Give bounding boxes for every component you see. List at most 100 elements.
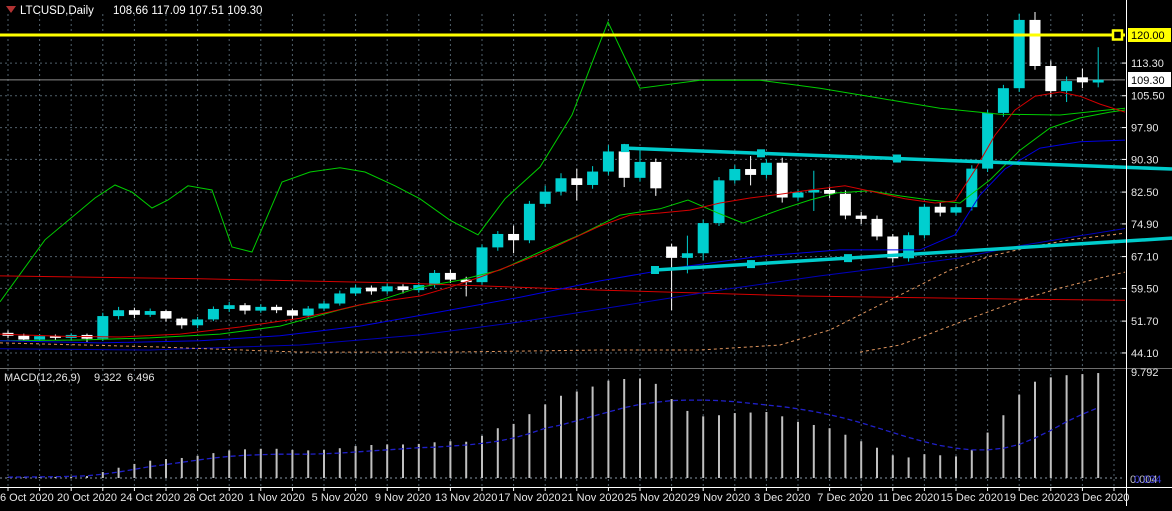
candle-body	[618, 151, 630, 178]
macd-hist-bar	[623, 378, 626, 478]
candle-body	[760, 162, 772, 175]
macd-hist-bar	[528, 414, 531, 478]
date-tick-label: 25 Nov 2020	[625, 492, 687, 504]
date-tick-label: 5 Nov 2020	[312, 492, 368, 504]
macd-hist-bar	[101, 472, 104, 478]
price-tick-label: 59.50	[1131, 283, 1159, 295]
trendline-upper-handle[interactable]	[893, 154, 901, 163]
macd-hist-bar	[417, 443, 420, 478]
line-orange-dotted-2	[859, 271, 1126, 353]
candle-body	[350, 287, 362, 294]
macd-hist-bar	[117, 467, 120, 478]
macd-hist-bar	[986, 432, 989, 478]
candle-body	[429, 272, 441, 286]
macd-hist-bar	[844, 434, 847, 478]
date-tick-label: 1 Nov 2020	[248, 492, 304, 504]
price-tick-label: 105.50	[1131, 91, 1165, 103]
candle-body	[381, 286, 393, 292]
candle-body	[1013, 19, 1025, 89]
price-axis[interactable]: 113.30 105.50 97.90 90.30 82.50 74.90 67.10 59.…	[1122, 58, 1165, 360]
horizontal-line-120-handle[interactable]	[1111, 29, 1124, 41]
candle-body	[729, 169, 741, 181]
macd-hist-bar	[212, 453, 215, 478]
macd-hist-bar	[370, 444, 373, 478]
macd-hist-bar	[1049, 377, 1052, 478]
candle-body	[523, 203, 535, 241]
macd-scale-max-label: 9.792	[1131, 367, 1159, 379]
trendline-lower-handle[interactable]	[651, 266, 659, 275]
macd-hist-bar	[291, 449, 294, 478]
candle-body	[508, 233, 520, 241]
trendline-lower-handle[interactable]	[844, 254, 852, 263]
candle-body	[571, 178, 583, 185]
candle-body	[113, 310, 125, 317]
candle-body	[666, 246, 678, 258]
macd-hist-bar	[465, 441, 468, 478]
macd-hist-bar	[1081, 374, 1084, 478]
candle-body	[950, 207, 962, 213]
macd-hist-bar	[180, 457, 183, 478]
price-tick-label: 51.70	[1131, 316, 1159, 328]
date-tick-label: 23 Dec 2020	[1067, 492, 1129, 504]
candle-body	[128, 310, 140, 315]
date-tick-label: 19 Dec 2020	[1004, 492, 1066, 504]
macd-hist-bar	[591, 386, 594, 478]
macd-hist-bar	[607, 380, 610, 478]
candle-body	[223, 305, 235, 309]
macd-hist-bar	[639, 378, 641, 478]
macd-hist-bar	[259, 448, 262, 478]
date-tick-label: 3 Dec 2020	[754, 492, 810, 504]
date-tick-label: 21 Nov 2020	[561, 492, 623, 504]
macd-hist-bar	[654, 383, 657, 478]
candle-body	[650, 161, 662, 189]
macd-main-value: 9.322	[94, 372, 122, 384]
macd-hist-bar	[196, 455, 199, 478]
macd-hist-bar	[749, 412, 752, 478]
current-price-label: 109.30	[1131, 75, 1165, 87]
date-tick-label: 13 Nov 2020	[435, 492, 497, 504]
candle-body	[745, 169, 757, 175]
macd-hist-bar	[481, 435, 483, 478]
candle-body	[144, 311, 156, 315]
candle-body	[318, 303, 330, 309]
macd-hist-bar	[686, 410, 689, 478]
symbol-marker-icon	[6, 6, 16, 13]
macd-hist-bar	[891, 455, 894, 478]
macd-hist-bar	[1097, 373, 1100, 478]
candle-body	[97, 316, 109, 339]
macd-hist-bar	[575, 391, 578, 478]
macd-hist-bar	[1002, 415, 1005, 478]
candle-body	[697, 223, 709, 254]
candle-body	[997, 88, 1009, 113]
macd-signal-line	[7, 399, 1099, 478]
candle-body	[918, 206, 930, 236]
candle-body	[792, 192, 804, 198]
macd-hist-bar	[828, 428, 831, 478]
macd-pane	[7, 373, 1100, 478]
macd-signal-value: 6.496	[127, 372, 155, 384]
macd-hist-bar	[1034, 381, 1036, 478]
macd-hist-bar	[923, 454, 926, 478]
candle-body	[776, 162, 788, 198]
chart-area[interactable]: 113.30 105.50 97.90 90.30 82.50 74.90 67.10 59.…	[0, 0, 1172, 506]
macd-hist-bar	[244, 449, 246, 478]
price-tick-label: 74.90	[1131, 219, 1159, 231]
trendline-lower-handle[interactable]	[747, 260, 755, 269]
date-tick-label: 7 Dec 2020	[817, 492, 873, 504]
candle-body	[1061, 81, 1073, 92]
trendline-upper-handle[interactable]	[621, 144, 629, 153]
candle-body	[239, 305, 251, 311]
price-tick-label: 82.50	[1131, 187, 1159, 199]
macd-hist-bar	[544, 404, 547, 478]
trendline-upper-handle[interactable]	[757, 149, 765, 158]
candle-body	[555, 178, 567, 192]
price-tick-label: 97.90	[1131, 123, 1159, 135]
macd-hist-bar	[702, 416, 705, 478]
date-axis[interactable]: 16 Oct 202020 Oct 202024 Oct 202028 Oct …	[0, 488, 1129, 504]
chart-title-ohlc: 108.66 117.09 107.51 109.30	[113, 5, 262, 17]
macd-hist-bar	[133, 463, 136, 478]
date-tick-label: 11 Dec 2020	[878, 492, 940, 504]
candle-body	[207, 308, 219, 320]
macd-indicator-label: MACD(12,26,9)	[4, 372, 80, 384]
candle-body	[34, 336, 46, 340]
